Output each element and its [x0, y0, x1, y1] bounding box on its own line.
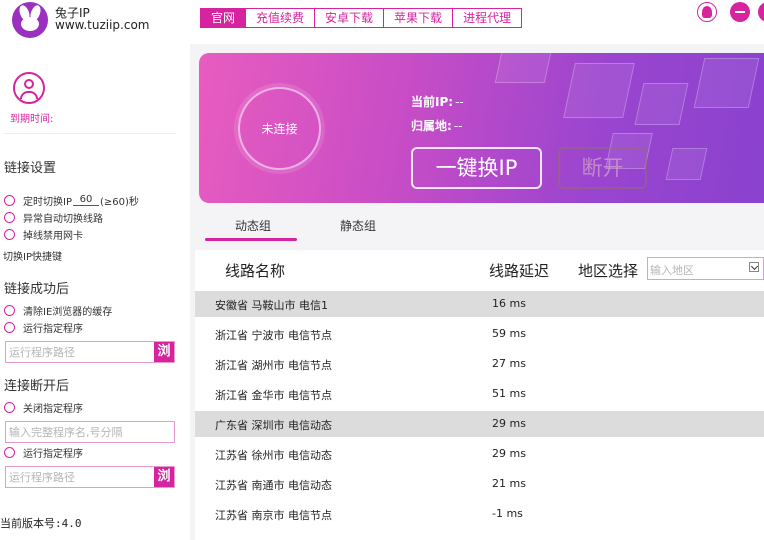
region-label: 地区选择	[578, 262, 639, 280]
link-settings-title: 链接设置	[4, 161, 57, 176]
nav-process-proxy[interactable]: 进程代理	[453, 9, 522, 27]
option-close-program[interactable]: 关闭指定程序	[4, 400, 83, 415]
table-row[interactable]: 广东省 深圳市 电信动态 29 ms	[195, 411, 764, 437]
connection-status: 未连接	[261, 122, 298, 136]
title-bar: 兔子IP www.tuziip.com 官网 充值续费 安卓下载 苹果下载 进程…	[0, 0, 764, 44]
option-run-program-success[interactable]: 运行指定程序	[4, 320, 83, 335]
on-disconnect-title: 连接断开后	[4, 379, 70, 394]
radio-close-program[interactable]	[4, 401, 15, 413]
row-latency: 16 ms	[492, 297, 526, 310]
notification-icon[interactable]	[697, 2, 717, 22]
row-name: 江苏省 徐州市 电信动态	[215, 449, 332, 462]
location-label: 归属地:	[411, 119, 452, 133]
tab-static-group[interactable]: 静态组	[340, 217, 376, 234]
browse-button-success[interactable]: 浏览	[154, 342, 174, 379]
success-path-input[interactable]	[6, 342, 154, 362]
table-row[interactable]: 江苏省 南京市 电信节点 -1 ms	[195, 501, 764, 527]
nav-android-download[interactable]: 安卓下载	[315, 9, 385, 27]
row-name: 广东省 深圳市 电信动态	[215, 419, 332, 432]
table-row[interactable]: 安徽省 马鞍山市 电信1 16 ms	[195, 291, 764, 317]
nav-official-site[interactable]: 官网	[201, 9, 247, 27]
row-latency: 29 ms	[492, 447, 526, 460]
option-disable-nic[interactable]: 掉线禁用网卡	[4, 227, 83, 242]
tab-dynamic-group[interactable]: 动态组	[235, 217, 271, 234]
location-value: --	[453, 119, 463, 133]
close-program-names	[5, 421, 175, 443]
chevron-down-icon[interactable]	[749, 262, 759, 272]
row-latency: 51 ms	[492, 387, 526, 400]
interval-input[interactable]: 60	[72, 194, 99, 206]
table-row[interactable]: 浙江省 金华市 电信节点 51 ms	[195, 381, 764, 407]
region-placeholder: 输入地区	[650, 264, 694, 277]
region-select[interactable]: 输入地区	[647, 257, 764, 280]
minimize-icon[interactable]	[730, 2, 750, 22]
radio-timed-switch[interactable]	[4, 194, 15, 206]
current-ip: 当前IP: --	[411, 93, 464, 110]
row-name: 江苏省 南京市 电信节点	[215, 509, 332, 522]
nav-recharge[interactable]: 充值续费	[246, 9, 316, 27]
row-name: 浙江省 宁波市 电信节点	[215, 329, 332, 342]
option-auto-switch[interactable]: 异常自动切换线路	[4, 210, 103, 225]
active-tab-indicator	[205, 238, 297, 241]
disconnect-program-path: 浏览	[5, 466, 175, 504]
table-row[interactable]: 浙江省 湖州市 电信节点 27 ms	[195, 351, 764, 377]
table-row[interactable]: 江苏省 徐州市 电信动态 29 ms	[195, 441, 764, 467]
row-name: 江苏省 南通市 电信动态	[215, 479, 332, 492]
expiry-label: 到期时间:	[10, 114, 54, 125]
row-latency: 29 ms	[492, 417, 526, 430]
option-run-program-disconnect[interactable]: 运行指定程序	[4, 445, 83, 460]
row-latency: 27 ms	[492, 357, 526, 370]
user-avatar-icon[interactable]	[13, 72, 45, 104]
top-nav: 官网 充值续费 安卓下载 苹果下载 进程代理	[200, 8, 523, 28]
ip-location: 归属地: --	[411, 117, 462, 134]
success-program-path: 浏览	[5, 341, 175, 379]
on-success-title: 链接成功后	[4, 282, 70, 297]
hotkey-label[interactable]: 切换IP快捷键	[3, 248, 62, 263]
column-latency: 线路延迟	[489, 262, 550, 280]
row-latency: -1 ms	[492, 507, 523, 520]
disconnect-path-input[interactable]	[6, 467, 154, 487]
close-icon[interactable]	[758, 2, 764, 22]
table-row[interactable]: 江苏省 南通市 电信动态 21 ms	[195, 471, 764, 497]
radio-run-program-disconnect[interactable]	[4, 446, 15, 458]
radio-run-program-success[interactable]	[4, 321, 15, 333]
row-latency: 59 ms	[492, 327, 526, 340]
nav-ios-download[interactable]: 苹果下载	[384, 9, 454, 27]
row-name: 安徽省 马鞍山市 电信1	[215, 299, 328, 312]
app-url: www.tuziip.com	[55, 18, 150, 32]
option-clear-cache[interactable]: 清除IE浏览器的缓存	[4, 303, 112, 318]
option-timed-switch[interactable]: 定时切换IP 60 (≥60)秒	[4, 193, 139, 208]
version-label: 当前版本号:4.0	[0, 517, 82, 530]
sidebar-divider	[4, 133, 176, 134]
radio-disable-nic[interactable]	[4, 228, 15, 240]
current-ip-label: 当前IP:	[411, 95, 454, 109]
column-line-name: 线路名称	[225, 262, 286, 280]
disconnect-button[interactable]: 断开	[558, 147, 647, 189]
switch-ip-button[interactable]: 一键换IP	[411, 147, 542, 189]
table-row[interactable]: 浙江省 宁波市 电信节点 59 ms	[195, 321, 764, 347]
connection-status-ring: 未连接	[238, 87, 321, 170]
radio-clear-cache[interactable]	[4, 304, 15, 316]
close-program-input[interactable]	[6, 422, 174, 442]
row-name: 浙江省 湖州市 电信节点	[215, 359, 332, 372]
browse-button-disconnect[interactable]: 浏览	[154, 467, 174, 504]
radio-auto-switch[interactable]	[4, 211, 15, 223]
row-latency: 21 ms	[492, 477, 526, 490]
current-ip-value: --	[455, 95, 464, 109]
row-name: 浙江省 金华市 电信节点	[215, 389, 332, 402]
rabbit-logo-icon	[12, 2, 48, 38]
